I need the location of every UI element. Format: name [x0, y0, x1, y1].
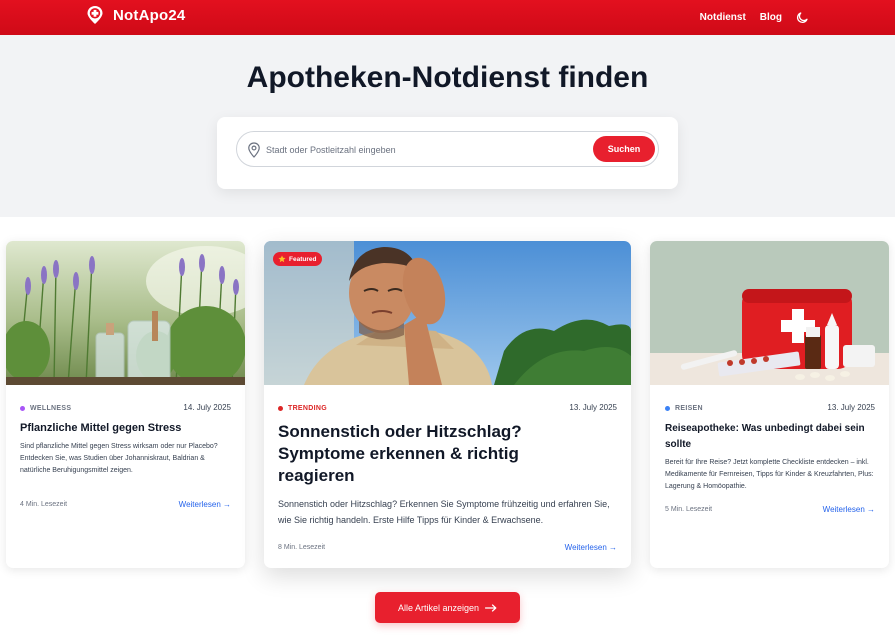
- featured-badge: Featured: [273, 252, 323, 266]
- category-label: REISEN: [665, 405, 703, 412]
- page-title: Apotheken-Notdienst finden: [246, 61, 649, 94]
- read-more-link[interactable]: Weiterlesen →: [179, 500, 231, 509]
- read-more-link[interactable]: Weiterlesen →: [565, 543, 617, 552]
- article-excerpt: Bereit für Ihre Reise? Jetzt komplette C…: [665, 459, 874, 490]
- featured-badge-text: Featured: [289, 255, 317, 263]
- first-aid-kit-pills-photo: [650, 241, 889, 385]
- moon-icon[interactable]: [796, 11, 809, 24]
- all-articles-button[interactable]: Alle Artikel anzeigen: [375, 592, 520, 623]
- all-articles-label: Alle Artikel anzeigen: [397, 602, 480, 613]
- article-excerpt: Sonnenstich oder Hitzschlag? Erkennen Si…: [278, 499, 610, 525]
- article-title[interactable]: Sonnenstich oder Hitzschlag? Symptome er…: [278, 421, 598, 487]
- article-date: 13. July 2025: [827, 403, 875, 412]
- search-input[interactable]: [266, 138, 586, 162]
- search-box: Suchen: [236, 131, 659, 167]
- article-card-wellness[interactable]: WELLNESS 14. July 2025 Pflanzliche Mitte…: [6, 241, 245, 568]
- read-time: 4 Min. Lesezeit: [20, 501, 68, 508]
- category-dot: [278, 406, 283, 411]
- map-pin-icon: [248, 142, 260, 158]
- nav-link-blog[interactable]: Blog: [760, 12, 782, 23]
- main-nav: Notdienst Blog: [700, 0, 809, 35]
- category-text: TRENDING: [288, 405, 327, 412]
- category-dot: [20, 406, 25, 411]
- top-navigation-bar: NotApo24 Notdienst Blog: [0, 0, 895, 35]
- article-excerpt: Sind pflanzliche Mittel gegen Stress wir…: [20, 443, 218, 474]
- article-title[interactable]: Pflanzliche Mittel gegen Stress: [20, 421, 230, 435]
- hero-section: Apotheken-Notdienst finden Suchen: [0, 35, 895, 217]
- category-text: WELLNESS: [30, 405, 72, 412]
- herbs-lavender-jars-photo: [6, 241, 245, 385]
- brand-logo-link[interactable]: NotApo24: [85, 5, 185, 25]
- arrow-right-icon: [485, 603, 497, 612]
- read-time: 5 Min. Lesezeit: [665, 506, 713, 513]
- category-label: WELLNESS: [20, 405, 71, 412]
- article-card-trending[interactable]: Featured TRENDING 13. July 2025 Sonnenst…: [264, 241, 631, 568]
- category-label: TRENDING: [278, 405, 327, 412]
- article-date: 13. July 2025: [569, 403, 617, 412]
- brand-name: NotApo24: [113, 6, 186, 24]
- nav-link-notdienst[interactable]: Notdienst: [700, 12, 746, 23]
- article-title[interactable]: Reiseapotheke: Was unbedingt dabei sein …: [665, 421, 875, 453]
- star-icon: [278, 255, 286, 263]
- search-card: Suchen: [217, 117, 678, 189]
- category-text: REISEN: [675, 405, 703, 412]
- read-time: 8 Min. Lesezeit: [278, 544, 326, 551]
- pharmacy-cross-pin-icon: [87, 6, 103, 24]
- article-date: 14. July 2025: [183, 403, 231, 412]
- category-dot: [665, 406, 670, 411]
- article-card-reisen[interactable]: REISEN 13. July 2025 Reiseapotheke: Was …: [650, 241, 889, 568]
- search-button[interactable]: Suchen: [593, 136, 655, 162]
- read-more-link[interactable]: Weiterlesen →: [823, 505, 875, 514]
